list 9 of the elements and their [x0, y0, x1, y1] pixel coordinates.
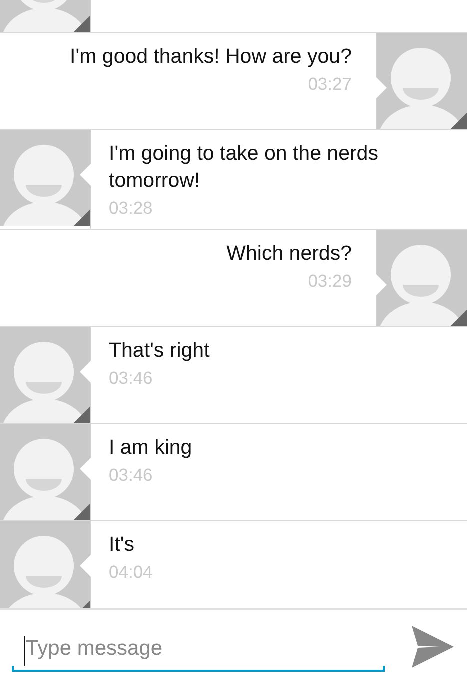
message-text: That's right [109, 338, 210, 364]
message-text: I'm good thanks! How are you? [70, 44, 352, 70]
message-text: I'm going to take on the nerds tomorrow! [109, 141, 380, 194]
send-icon [410, 626, 454, 668]
message-input[interactable]: Type message [12, 628, 385, 672]
message-text: I am king [109, 435, 192, 461]
message-text: Which nerds? [226, 241, 352, 267]
message-text: It's [109, 532, 135, 558]
send-button[interactable] [409, 624, 455, 670]
